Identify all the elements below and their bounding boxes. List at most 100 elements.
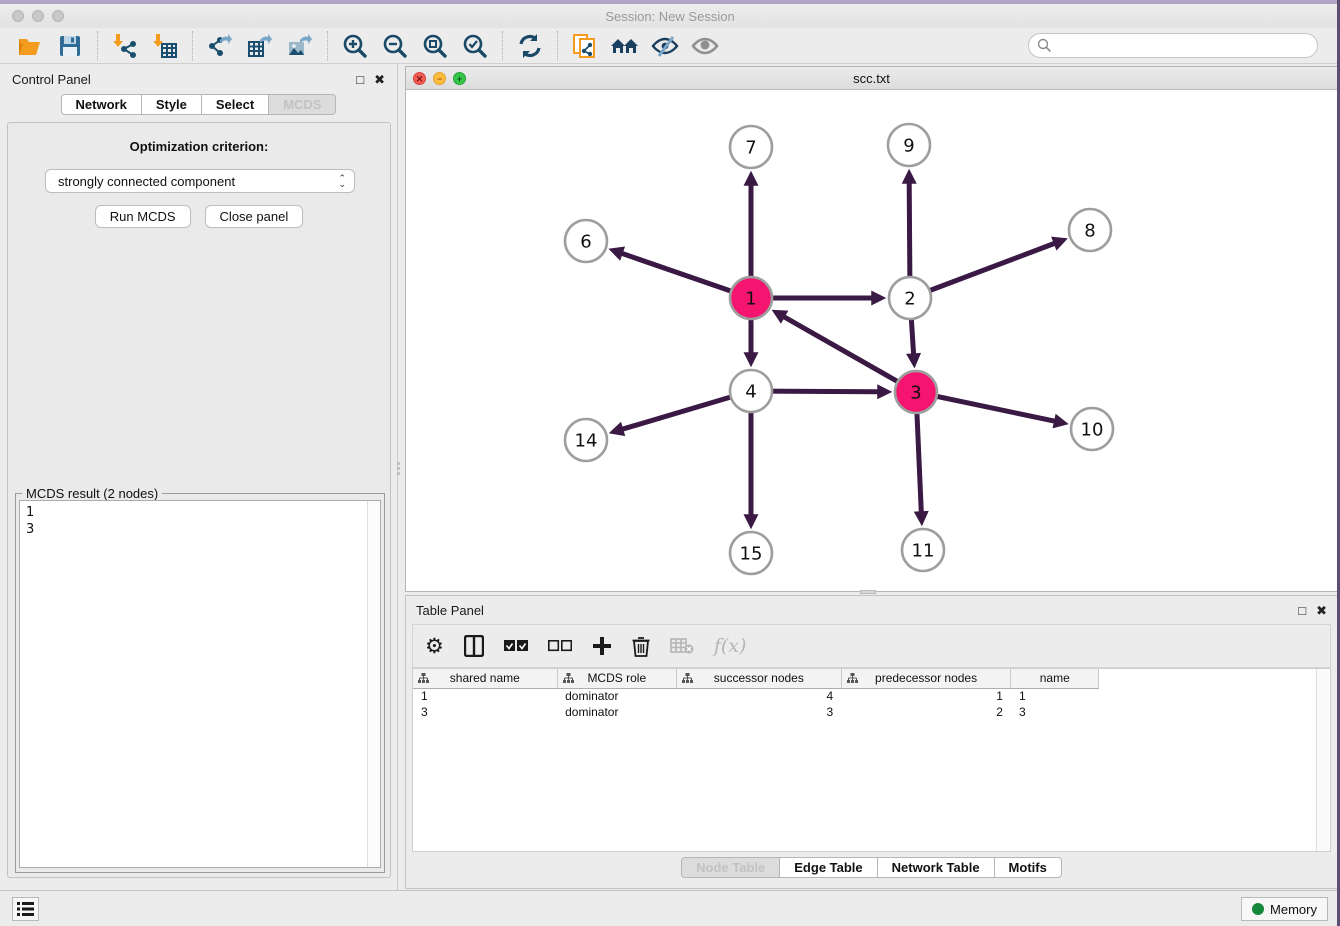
select-all-button[interactable] [504,632,528,660]
close-panel-icon[interactable]: ✖ [374,73,385,86]
table-cell[interactable]: 2 [841,704,1011,720]
zoom-selected-button[interactable] [458,31,492,61]
new-network-from-selection-button[interactable] [568,31,602,61]
window-title: Session: New Session [0,9,1340,24]
tab-node-table[interactable]: Node Table [681,857,780,878]
node-table-grid: shared nameMCDS rolesuccessor nodesprede… [413,669,1099,720]
edge-2-to-8[interactable] [910,243,1055,298]
export-network-button[interactable] [203,31,237,61]
table-cell[interactable]: dominator [557,704,676,720]
gear-icon: ⚙ [425,634,444,658]
tab-edge-table[interactable]: Edge Table [780,857,877,878]
add-row-button[interactable] [592,632,612,660]
table-panel-header: Table Panel □ ✖ [406,596,1337,624]
table-cell[interactable]: 4 [676,688,841,704]
table-cell[interactable]: 3 [676,704,841,720]
graph-node-label: 15 [740,543,763,564]
close-panel-icon[interactable]: ✖ [1316,604,1327,617]
edge-3-to-1[interactable] [784,317,916,392]
control-panel-title: Control Panel [12,72,91,87]
mcds-result-text[interactable]: 1 3 [19,500,381,868]
column-header-predecessor-nodes[interactable]: predecessor nodes [841,669,1011,688]
zoom-out-button[interactable] [378,31,412,61]
table-toolbar: ⚙ [412,624,1331,668]
show-columns-button[interactable] [464,632,484,660]
tab-network[interactable]: Network [61,94,142,115]
select-stepper-icon: ⌃⌄ [338,175,346,187]
export-network-icon [207,33,233,59]
show-all-button[interactable] [688,31,722,61]
table-scrollbar[interactable] [1316,669,1329,851]
main-toolbar [0,28,1340,64]
vertical-splitter[interactable] [396,462,400,480]
open-folder-icon [17,33,43,59]
graph-node-label: 4 [745,381,756,402]
float-panel-icon[interactable]: □ [1298,604,1306,617]
apply-layout-button[interactable] [513,31,547,61]
toolbar-separator [327,31,328,61]
table-cell[interactable]: 1 [841,688,1011,704]
open-session-button[interactable] [13,31,47,61]
graph-node-label: 2 [904,288,915,309]
result-scrollbar[interactable] [367,501,380,867]
node-table: shared nameMCDS rolesuccessor nodesprede… [412,668,1331,852]
save-floppy-icon [58,34,82,58]
apply-function-button[interactable]: f(x) [714,635,747,657]
mcds-result-groupbox: MCDS result (2 nodes) 1 3 [15,493,385,873]
float-panel-icon[interactable]: □ [356,73,364,86]
table-cell[interactable]: 1 [413,688,557,704]
optimization-criterion-select[interactable]: strongly connected component ⌃⌄ [45,169,355,193]
zoom-fit-button[interactable] [418,31,452,61]
import-network-icon [112,33,138,59]
toolbar-separator [97,31,98,61]
refresh-icon [517,33,543,59]
delete-row-button[interactable] [632,632,650,660]
control-panel: Control Panel □ ✖ NetworkStyleSelectMCDS… [0,64,398,890]
table-row[interactable]: 1dominator411 [413,688,1099,704]
table-options-button[interactable]: ⚙ [425,632,444,660]
memory-button[interactable]: Memory [1241,897,1328,921]
import-network-button[interactable] [108,31,142,61]
tab-select[interactable]: Select [202,94,269,115]
export-table-button[interactable] [243,31,277,61]
list-icon [17,902,34,916]
checked-boxes-icon [504,640,528,652]
import-table-button[interactable] [148,31,182,61]
table-row[interactable]: 3dominator323 [413,704,1099,720]
export-image-button[interactable] [283,31,317,61]
delete-table-button[interactable] [670,632,694,660]
column-header-MCDS-role[interactable]: MCDS role [557,669,676,688]
zoom-in-button[interactable] [338,31,372,61]
tab-mcds[interactable]: MCDS [269,94,336,115]
graph-node-label: 7 [745,137,756,158]
column-header-name[interactable]: name [1011,669,1099,688]
table-cell[interactable]: dominator [557,688,676,704]
hide-selected-button[interactable] [648,31,682,61]
column-header-shared-name[interactable]: shared name [413,669,557,688]
network-graph-canvas[interactable]: 7968124314101511 [406,90,1337,591]
table-cell[interactable]: 3 [1011,704,1099,720]
save-session-button[interactable] [53,31,87,61]
table-cell[interactable]: 1 [1011,688,1099,704]
tree-icon [682,673,693,684]
task-history-button[interactable] [12,897,39,921]
delete-table-icon [670,638,694,654]
tab-style[interactable]: Style [142,94,202,115]
search-input[interactable] [1028,33,1318,58]
network-window-titlebar[interactable]: ✕ − + scc.txt [406,67,1337,90]
trash-icon [632,636,650,657]
deselect-all-button[interactable] [548,632,572,660]
horizontal-splitter[interactable] [860,590,876,594]
tab-network-table[interactable]: Network Table [878,857,995,878]
close-panel-button[interactable]: Close panel [205,205,304,228]
tab-motifs[interactable]: Motifs [995,857,1062,878]
graph-node-label: 3 [910,382,921,403]
run-mcds-button[interactable]: Run MCDS [95,205,191,228]
first-neighbors-button[interactable] [608,31,642,61]
column-header-successor-nodes[interactable]: successor nodes [676,669,841,688]
houses-icon [610,33,640,59]
table-cell[interactable]: 3 [413,704,557,720]
graph-node-label: 1 [745,288,756,309]
memory-status-dot [1252,903,1264,915]
table-panel-tabbar: Node TableEdge TableNetwork TableMotifs [406,857,1337,878]
